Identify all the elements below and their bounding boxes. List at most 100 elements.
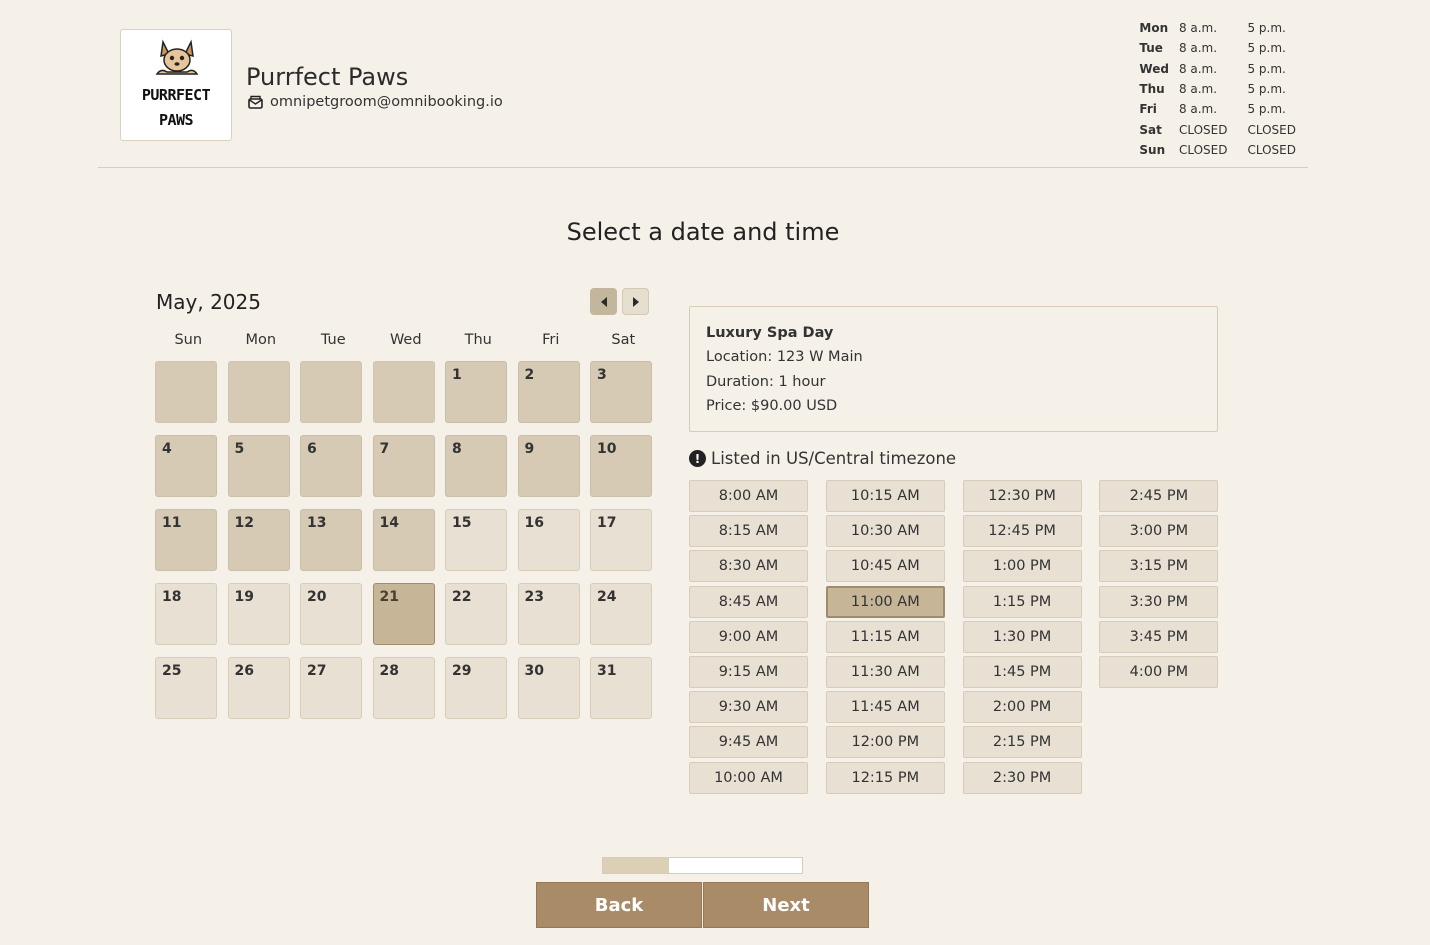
calendar-day[interactable]: 15 [445, 509, 507, 571]
weekday-label: Mon [245, 332, 277, 348]
calendar-day-number: 7 [379, 441, 390, 457]
time-slot[interactable]: 10:15 AM [825, 480, 945, 512]
business-logo: PURRFECT PAWS [120, 29, 232, 141]
calendar-day[interactable]: 14 [372, 509, 435, 571]
calendar-day[interactable]: 5 [227, 435, 290, 497]
time-slot[interactable]: 12:45 PM [962, 515, 1082, 548]
calendar-day[interactable]: 8 [445, 435, 507, 497]
calendar-day[interactable]: 29 [445, 657, 507, 719]
time-slot[interactable]: 12:15 PM [825, 761, 945, 794]
calendar-day-number: 9 [524, 441, 535, 457]
calendar-day-number: 11 [162, 515, 182, 531]
calendar-day[interactable]: 30 [517, 657, 580, 719]
time-slot[interactable]: 2:00 PM [962, 691, 1082, 724]
calendar-day[interactable]: 16 [517, 509, 580, 571]
calendar-day[interactable]: 27 [300, 657, 362, 719]
calendar-next-button[interactable] [622, 288, 649, 315]
calendar-day-number: 24 [597, 589, 617, 605]
calendar-day[interactable]: 18 [155, 583, 217, 645]
calendar-day-number: 29 [452, 663, 472, 679]
business-email[interactable]: omnipetgroom@omnibooking.io [270, 94, 503, 110]
calendar-day[interactable]: 9 [517, 435, 580, 497]
hours-day: Fri [1139, 102, 1157, 117]
calendar-day-selected[interactable]: 21 [372, 583, 435, 645]
hours-row: Sat CLOSED CLOSED [1139, 119, 1300, 139]
time-slot[interactable]: 12:30 PM [962, 480, 1082, 512]
time-slot[interactable]: 11:45 AM [825, 691, 945, 724]
time-slot[interactable]: 11:15 AM [825, 620, 945, 653]
time-slot[interactable]: 2:15 PM [962, 726, 1082, 759]
calendar-day[interactable]: 11 [155, 509, 217, 571]
calendar-day[interactable]: 26 [227, 657, 290, 719]
time-slot[interactable]: 8:30 AM [689, 550, 808, 583]
time-slot[interactable]: 3:00 PM [1099, 515, 1219, 548]
time-slot[interactable]: 1:15 PM [962, 585, 1082, 618]
hours-row: Tue 8 a.m. 5 p.m. [1139, 38, 1300, 58]
hours-open: 8 a.m. [1178, 82, 1218, 97]
calendar-prev-button[interactable] [590, 288, 617, 315]
time-slot-selected[interactable]: 11:00 AM [825, 585, 945, 618]
calendar-day[interactable]: 20 [300, 583, 362, 645]
calendar-day[interactable]: 22 [445, 583, 507, 645]
time-slot[interactable]: 1:45 PM [962, 655, 1082, 688]
calendar-day[interactable]: 10 [590, 435, 652, 497]
calendar-day[interactable]: 24 [590, 583, 652, 645]
calendar-day[interactable]: 25 [155, 657, 217, 719]
hours-open: 8 a.m. [1178, 102, 1218, 117]
hours-close: 5 p.m. [1247, 41, 1286, 56]
time-slot[interactable]: 1:00 PM [962, 550, 1082, 583]
next-button[interactable]: Next [703, 882, 869, 928]
hours-open: CLOSED [1178, 122, 1228, 137]
time-slot[interactable]: 9:00 AM [689, 620, 808, 653]
calendar-day[interactable]: 1 [445, 361, 507, 423]
time-slot[interactable]: 2:30 PM [962, 761, 1082, 794]
calendar-day[interactable]: 4 [155, 435, 217, 497]
time-slot[interactable]: 11:30 AM [825, 655, 945, 688]
calendar-day[interactable]: 17 [590, 509, 652, 571]
weekday-label: Wed [389, 332, 422, 348]
calendar-day-number: 26 [234, 663, 254, 679]
calendar-day[interactable]: 31 [590, 657, 652, 719]
time-slot[interactable]: 12:00 PM [825, 726, 945, 759]
time-slot[interactable]: 9:15 AM [689, 655, 808, 688]
logo-text-line2: PAWS [158, 111, 194, 129]
time-slot[interactable]: 9:45 AM [689, 726, 808, 759]
time-slot[interactable]: 3:30 PM [1099, 585, 1219, 618]
calendar-day-number: 30 [524, 663, 544, 679]
calendar-day[interactable]: 13 [300, 509, 362, 571]
time-slot-grid: 8:00 AM 8:15 AM 8:30 AM 8:45 AM 9:00 AM 9:15 … [689, 480, 1219, 794]
time-slot[interactable]: 10:00 AM [689, 761, 808, 794]
calendar-day-number: 12 [234, 515, 254, 531]
header: PURRFECT PAWS Purrfect Paws omnipetgroom… [98, 0, 1308, 168]
calendar-day[interactable]: 2 [517, 361, 580, 423]
calendar-day[interactable]: 3 [590, 361, 652, 423]
calendar-day[interactable]: 28 [372, 657, 435, 719]
progress-bar [602, 857, 803, 874]
calendar-day-number: 18 [162, 589, 182, 605]
calendar-day[interactable]: 6 [300, 435, 362, 497]
calendar-day[interactable]: 19 [227, 583, 290, 645]
calendar-day[interactable]: 7 [372, 435, 435, 497]
weekday-label: Sun [174, 332, 203, 348]
time-slot[interactable]: 8:15 AM [689, 515, 808, 548]
time-slot[interactable]: 10:45 AM [825, 550, 945, 583]
time-slot[interactable]: 9:30 AM [689, 691, 808, 724]
envelope-icon [248, 95, 263, 109]
time-slot[interactable]: 1:30 PM [962, 620, 1082, 653]
calendar-day[interactable]: 12 [227, 509, 290, 571]
time-slot[interactable]: 4:00 PM [1099, 655, 1219, 688]
time-slot[interactable]: 8:00 AM [689, 480, 808, 512]
time-slot[interactable]: 8:45 AM [689, 585, 808, 618]
time-slot[interactable]: 10:30 AM [825, 515, 945, 548]
calendar-day-number: 25 [162, 663, 182, 679]
time-slot[interactable]: 3:15 PM [1099, 550, 1219, 583]
calendar-day[interactable]: 23 [517, 583, 580, 645]
hours-day: Wed [1139, 61, 1169, 76]
calendar-day-number: 23 [524, 589, 544, 605]
calendar-empty-cell [155, 361, 217, 423]
time-slot[interactable]: 3:45 PM [1099, 620, 1219, 653]
back-button[interactable]: Back [536, 882, 702, 928]
business-name: Purrfect Paws [246, 63, 409, 91]
time-slot[interactable]: 2:45 PM [1099, 480, 1219, 512]
logo-text-line1: PURRFECT [141, 86, 211, 104]
